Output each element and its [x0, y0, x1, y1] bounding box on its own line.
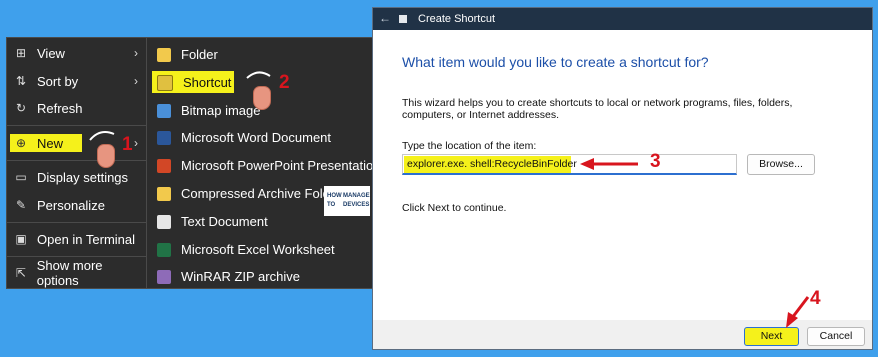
terminal-icon: ▣ — [15, 232, 27, 246]
view-grid-icon: ⊞ — [15, 46, 27, 60]
chevron-right-icon: › — [134, 74, 138, 88]
menu-item-personalize[interactable]: ✎ Personalize — [7, 192, 146, 218]
back-arrow-icon[interactable]: ← — [379, 11, 391, 25]
sort-icon: ⇅ — [15, 74, 27, 88]
submenu-item-powerpoint[interactable]: Microsoft PowerPoint Presentation — [147, 152, 372, 179]
brush-icon: ✎ — [15, 198, 27, 212]
menu-divider — [7, 160, 146, 161]
submenu-item-label: Microsoft Excel Worksheet — [181, 242, 335, 257]
text-document-icon — [157, 214, 171, 229]
menu-item-sort-by[interactable]: ⇅ Sort by › — [7, 68, 146, 94]
menu-item-view[interactable]: ⊞ View › — [7, 40, 146, 66]
share-more-icon: ⇱ — [15, 266, 26, 280]
submenu-item-label: Microsoft PowerPoint Presentation — [181, 158, 372, 173]
menu-divider — [7, 125, 146, 126]
submenu-item-label: Shortcut — [183, 75, 232, 90]
cancel-button[interactable]: Cancel — [807, 327, 865, 346]
menu-divider — [7, 256, 146, 257]
step-number-2: 2 — [279, 72, 290, 93]
submenu-item-label: Text Document — [181, 214, 268, 229]
location-input[interactable]: explorer.exe. shell:RecycleBinFolder — [402, 154, 737, 175]
menu-item-label: View — [37, 45, 65, 61]
how-to-manage-devices-logo: HOW TO MANAGE DEVICES — [324, 186, 370, 216]
submenu-item-label: Folder — [181, 47, 218, 62]
submenu-item-folder[interactable]: Folder — [147, 41, 372, 68]
submenu-item-label: Compressed Archive Folder — [181, 186, 342, 201]
menu-item-label: Refresh — [37, 100, 83, 116]
step-number-3: 3 — [650, 151, 661, 172]
winrar-icon — [157, 269, 171, 284]
create-shortcut-dialog: ← Create Shortcut What item would you li… — [372, 7, 873, 350]
submenu-item-label: Bitmap image — [181, 103, 261, 118]
bitmap-icon — [157, 103, 171, 118]
menu-item-refresh[interactable]: ↻ Refresh — [7, 95, 146, 121]
dialog-footer: Next Cancel — [373, 320, 872, 349]
browse-button[interactable]: Browse... — [747, 154, 815, 175]
location-value: explorer.exe. shell:RecycleBinFolder — [407, 158, 577, 170]
menu-item-label: Sort by — [37, 73, 79, 89]
excel-icon — [157, 242, 171, 257]
shortcut-icon — [157, 74, 173, 91]
new-plus-icon: ⊕ — [15, 136, 27, 150]
desktop-context-menu: ⊞ View › ⇅ Sort by › ↻ Refresh ⊕ New › ▭… — [6, 37, 147, 289]
chevron-right-icon: › — [134, 136, 138, 150]
folder-icon — [157, 47, 171, 62]
dialog-heading: What item would you like to create a sho… — [402, 54, 709, 70]
location-label: Type the location of the item: — [402, 140, 537, 152]
display-icon: ▭ — [15, 170, 27, 184]
menu-item-label: New — [37, 135, 64, 151]
menu-item-label: Open in Terminal — [37, 231, 136, 247]
menu-item-label: Display settings — [37, 169, 129, 185]
submenu-item-excel[interactable]: Microsoft Excel Worksheet — [147, 236, 372, 263]
submenu-item-winrar[interactable]: WinRAR ZIP archive — [147, 263, 372, 290]
chevron-right-icon: › — [134, 46, 138, 60]
submenu-item-label: WinRAR ZIP archive — [181, 269, 300, 284]
dialog-title: Create Shortcut — [418, 13, 496, 25]
powerpoint-icon — [157, 158, 171, 173]
menu-item-label: Show more options — [36, 258, 103, 288]
refresh-icon: ↻ — [15, 101, 27, 115]
submenu-item-word[interactable]: Microsoft Word Document — [147, 124, 372, 151]
next-button[interactable]: Next — [744, 327, 799, 346]
menu-divider — [7, 222, 146, 223]
menu-item-label: Personalize — [37, 197, 105, 213]
zip-folder-icon — [157, 186, 171, 201]
menu-item-show-more-options[interactable]: ⇱ Show more options — [7, 258, 146, 288]
new-submenu: Folder Shortcut Bitmap image Microsoft W… — [147, 37, 373, 289]
menu-item-display-settings[interactable]: ▭ Display settings — [7, 164, 146, 190]
hand-pointer-icon — [97, 144, 115, 168]
word-icon — [157, 130, 171, 145]
continue-text: Click Next to continue. — [402, 202, 507, 214]
step-number-4: 4 — [810, 288, 821, 309]
hand-pointer-icon — [253, 86, 271, 110]
submenu-item-label: Microsoft Word Document — [181, 130, 332, 145]
dialog-title-bar: ← Create Shortcut — [373, 8, 872, 30]
dialog-description: This wizard helps you to create shortcut… — [402, 97, 793, 121]
menu-item-open-terminal[interactable]: ▣ Open in Terminal — [7, 226, 146, 252]
window-icon — [399, 15, 407, 23]
step-number-1: 1 — [122, 134, 133, 155]
